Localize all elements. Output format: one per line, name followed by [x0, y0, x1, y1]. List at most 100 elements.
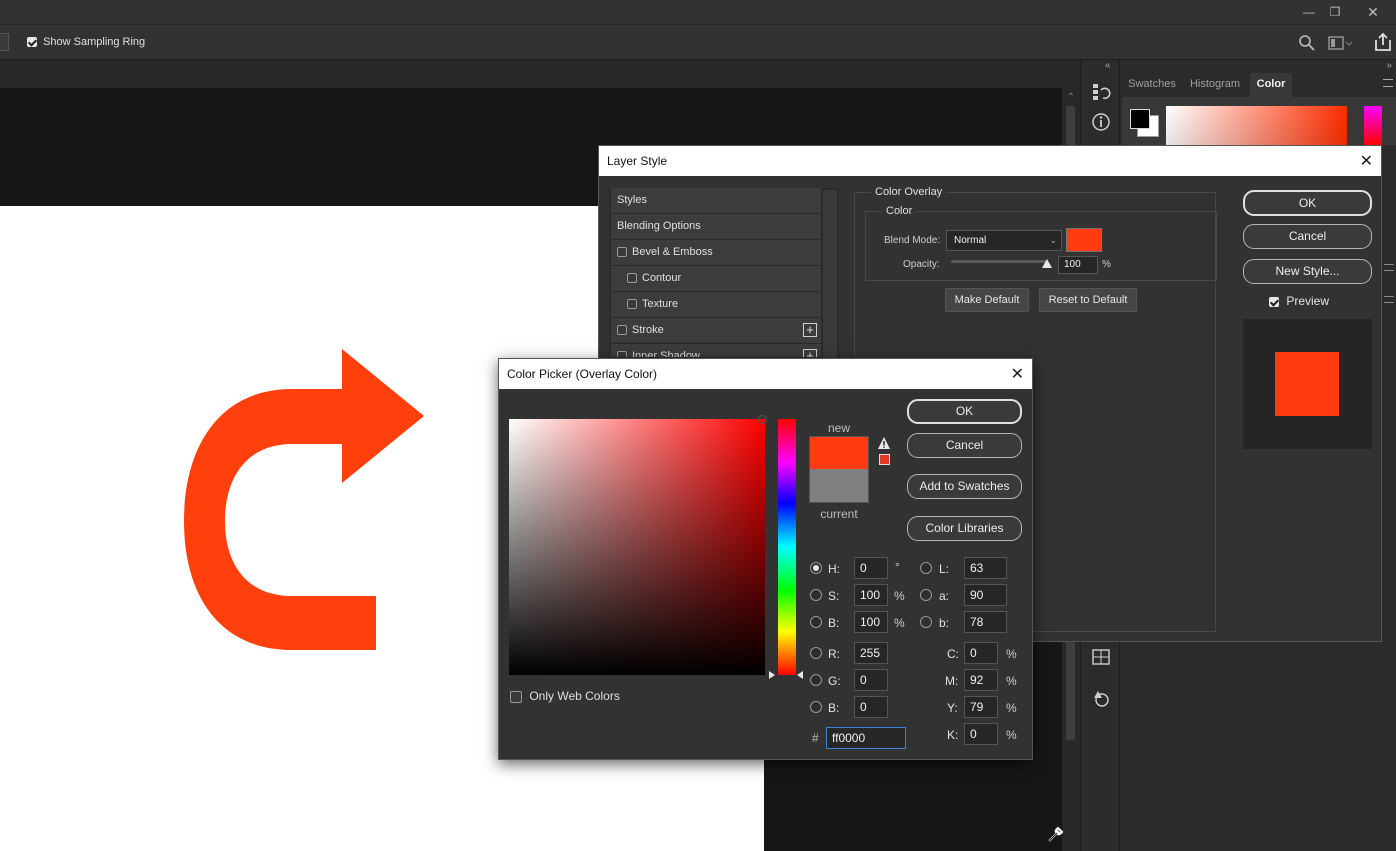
b-channel-radio[interactable]: [920, 616, 932, 628]
brightness-input[interactable]: 100: [854, 611, 888, 633]
color-field[interactable]: [509, 419, 765, 675]
layer-style-cancel-button[interactable]: Cancel: [1243, 224, 1372, 249]
style-item[interactable]: Bevel & Emboss: [611, 240, 821, 266]
style-item-checkbox[interactable]: [617, 325, 627, 336]
color-picker-close-icon[interactable]: ✕: [1011, 364, 1024, 384]
restore-icon[interactable]: ❐: [1322, 2, 1348, 22]
share-icon[interactable]: [1373, 32, 1393, 52]
style-item[interactable]: Contour: [611, 266, 821, 292]
saturation-radio[interactable]: [810, 589, 822, 601]
tab-swatches[interactable]: Swatches: [1122, 73, 1182, 97]
lightness-input[interactable]: 63: [964, 557, 1007, 579]
color-panel-hue-slider[interactable]: [1364, 106, 1382, 145]
brightness-unit: %: [894, 616, 905, 630]
hue-radio[interactable]: [810, 562, 822, 574]
overlay-color-swatch[interactable]: [1066, 228, 1102, 252]
layer-style-titlebar[interactable]: Layer Style ✕: [599, 146, 1381, 176]
yellow-input[interactable]: 79: [964, 696, 998, 718]
panel-menu-icon-3[interactable]: [1384, 296, 1394, 303]
collapse-panels-icon[interactable]: «: [1105, 60, 1111, 71]
new-style-button[interactable]: New Style...: [1243, 259, 1372, 284]
style-item-checkbox[interactable]: [617, 351, 627, 357]
a-channel-input[interactable]: 90: [964, 584, 1007, 606]
styles-list-scrollbar[interactable]: [823, 190, 837, 358]
add-effect-icon[interactable]: +: [803, 349, 817, 357]
green-radio[interactable]: [810, 674, 822, 686]
lightness-radio[interactable]: [920, 562, 932, 574]
color-picker-ok-button[interactable]: OK: [907, 399, 1022, 424]
tab-color[interactable]: Color: [1250, 73, 1292, 97]
hue-slider-right-arrow[interactable]: [797, 671, 803, 679]
hue-slider[interactable]: [778, 419, 796, 675]
magenta-input[interactable]: 92: [964, 669, 998, 691]
foreground-color-swatch[interactable]: [1130, 109, 1150, 129]
style-item-checkbox[interactable]: [627, 273, 637, 284]
minimize-icon[interactable]: —: [1296, 2, 1322, 22]
blue-radio[interactable]: [810, 701, 822, 713]
hue-slider-left-arrow[interactable]: [769, 671, 775, 679]
red-radio[interactable]: [810, 647, 822, 659]
b-channel-input[interactable]: 78: [964, 611, 1007, 633]
blend-mode-label: Blend Mode:: [884, 235, 941, 246]
add-effect-icon[interactable]: +: [803, 323, 817, 337]
only-web-colors-checkbox[interactable]: [510, 690, 522, 703]
panel-menu-icon[interactable]: [1383, 79, 1393, 87]
glyphs-icon[interactable]: [1091, 648, 1111, 666]
color-picker-title: Color Picker (Overlay Color): [507, 367, 658, 381]
opacity-label: Opacity:: [903, 259, 940, 270]
color-picker-cancel-button[interactable]: Cancel: [907, 433, 1022, 458]
sampling-ring-checkbox[interactable]: [27, 37, 37, 48]
red-input[interactable]: 255: [854, 642, 888, 664]
hue-input[interactable]: 0: [854, 557, 888, 579]
preview-option[interactable]: Preview: [1269, 294, 1329, 308]
style-item[interactable]: Styles: [611, 188, 821, 214]
info-icon[interactable]: [1091, 112, 1111, 132]
opacity-slider[interactable]: [951, 259, 1052, 268]
out-of-gamut-warning-icon[interactable]: [877, 436, 891, 450]
blue-input[interactable]: 0: [854, 696, 888, 718]
current-color-swatch[interactable]: [809, 469, 869, 503]
chevron-down-icon: ⌄: [1049, 235, 1057, 245]
style-item-checkbox[interactable]: [627, 299, 637, 310]
color-panel-spectrum[interactable]: [1166, 106, 1347, 145]
gamut-color-swatch[interactable]: [879, 454, 890, 465]
add-to-swatches-button[interactable]: Add to Swatches: [907, 474, 1022, 499]
saturation-input[interactable]: 100: [854, 584, 888, 606]
style-item[interactable]: Texture: [611, 292, 821, 318]
style-item[interactable]: Blending Options: [611, 214, 821, 240]
expand-panels-icon[interactable]: »: [1386, 60, 1392, 71]
shapes-icon[interactable]: [1091, 688, 1111, 708]
brightness-radio[interactable]: [810, 616, 822, 628]
color-picker-titlebar[interactable]: Color Picker (Overlay Color) ✕: [499, 359, 1032, 389]
a-channel-radio[interactable]: [920, 589, 932, 601]
scroll-up-icon[interactable]: ⌃: [1065, 92, 1077, 103]
hex-input[interactable]: ff0000: [826, 727, 906, 749]
history-icon[interactable]: [1091, 82, 1111, 102]
style-item[interactable]: Stroke +: [611, 318, 821, 344]
color-libraries-button[interactable]: Color Libraries: [907, 516, 1022, 541]
layer-style-close-icon[interactable]: ✕: [1360, 151, 1373, 171]
opacity-slider-thumb[interactable]: [1042, 259, 1052, 268]
layer-style-ok-button[interactable]: OK: [1243, 190, 1372, 216]
green-input[interactable]: 0: [854, 669, 888, 691]
magenta-label: M:: [945, 674, 959, 688]
make-default-button[interactable]: Make Default: [945, 288, 1029, 312]
workspace-icon[interactable]: [1328, 35, 1352, 51]
tool-dropdown[interactable]: [0, 33, 9, 51]
style-item-checkbox[interactable]: [617, 247, 627, 258]
style-item[interactable]: Inner Shadow +: [611, 344, 821, 358]
black-input[interactable]: 0: [964, 723, 998, 745]
preview-checkbox[interactable]: [1269, 296, 1279, 307]
close-window-icon[interactable]: ✕: [1360, 2, 1386, 22]
color-field-marker[interactable]: [758, 415, 767, 424]
search-icon[interactable]: [1298, 34, 1316, 52]
opacity-input[interactable]: 100: [1058, 256, 1098, 274]
sampling-ring-option[interactable]: Show Sampling Ring: [27, 35, 145, 49]
reset-to-default-button[interactable]: Reset to Default: [1039, 288, 1137, 312]
panel-menu-icon-2[interactable]: [1384, 264, 1394, 271]
only-web-colors-option[interactable]: Only Web Colors: [510, 689, 620, 703]
tab-histogram[interactable]: Histogram: [1182, 73, 1248, 97]
color-overlay-section-title: Color Overlay: [871, 186, 947, 198]
blend-mode-select[interactable]: Normal ⌄: [946, 230, 1062, 251]
cyan-input[interactable]: 0: [964, 642, 998, 664]
